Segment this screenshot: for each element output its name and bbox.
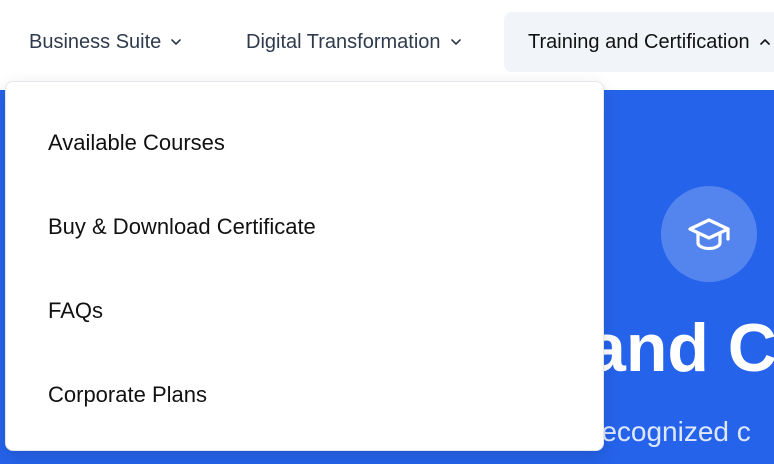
hero-icon-badge: [661, 186, 757, 282]
hero-subtitle: recognized c: [592, 416, 751, 447]
menu-item-corporate-plans[interactable]: Corporate Plans: [48, 382, 207, 408]
page: and C recognized c Business Suite Digita…: [0, 0, 774, 464]
chevron-down-icon: [450, 39, 461, 45]
nav-item-label: Digital Transformation: [246, 30, 441, 53]
nav-item-digital-transformation[interactable]: Digital Transformation: [246, 12, 463, 72]
nav-item-business-suite[interactable]: Business Suite: [29, 12, 183, 72]
menu-item-buy-download-certificate[interactable]: Buy & Download Certificate: [48, 214, 316, 240]
training-dropdown-menu: Available Courses Buy & Download Certifi…: [5, 81, 604, 451]
menu-item-faqs[interactable]: FAQs: [48, 298, 103, 324]
menu-item-available-courses[interactable]: Available Courses: [48, 130, 225, 156]
nav-item-label: Business Suite: [29, 30, 162, 53]
graduation-cap-icon: [688, 218, 730, 251]
hero-title: and C: [588, 310, 774, 386]
chevron-up-icon: [759, 39, 770, 45]
nav-item-training-certification[interactable]: Training and Certification: [504, 12, 774, 72]
nav-item-label: Training and Certification: [528, 30, 750, 53]
top-nav: Business Suite Digital Transformation Tr…: [0, 0, 774, 90]
chevron-down-icon: [171, 39, 182, 45]
